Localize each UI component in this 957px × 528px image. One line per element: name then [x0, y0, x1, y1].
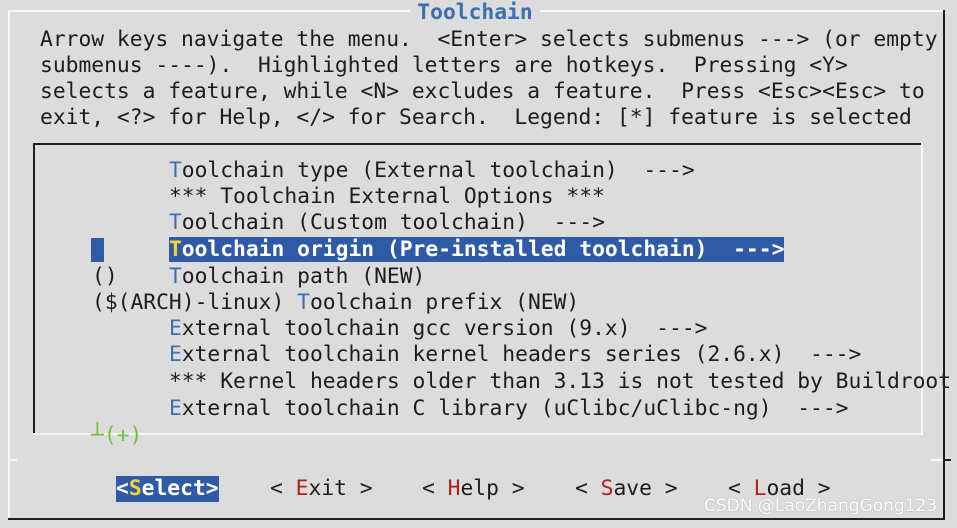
button-separator-left [8, 459, 17, 461]
button-label: xit > [308, 476, 373, 501]
item-hotkey: E [168, 396, 182, 421]
button-label: ave > [613, 476, 678, 501]
item-label: *** Toolchain External Options *** [168, 184, 605, 209]
button-hotkey: H [447, 476, 461, 501]
item-prefix [92, 342, 169, 367]
watermark: CSDN @LaoZhangGong123 [704, 496, 938, 516]
help-line-3: selects a feature, while <N> excludes a … [40, 79, 925, 104]
button-hotkey: S [600, 476, 614, 501]
frame-border-right [943, 10, 945, 520]
list-border-top [33, 143, 923, 145]
list-border-bottom [33, 433, 923, 435]
item-label: oolchain path (NEW) [181, 264, 426, 289]
help-line-2: submenus ----). Highlighted letters are … [40, 53, 848, 78]
button-bracket: < [422, 476, 448, 501]
button-bracket: < [116, 476, 129, 501]
button-hotkey: S [128, 476, 142, 501]
item-prefix [92, 369, 169, 394]
item-label: oolchain origin (Pre-installed toolchain… [181, 237, 785, 262]
button-separator-tick [943, 459, 951, 461]
exit-button[interactable]: < Exit > [270, 476, 373, 502]
frame-border-left [8, 10, 10, 520]
item-label: xternal toolchain kernel headers series … [181, 342, 862, 367]
button-label: elp > [460, 476, 525, 501]
menu-item-toolchain-path[interactable]: () Toolchain path (NEW) [92, 264, 425, 290]
item-prefix: ($(ARCH)-linux) [92, 290, 298, 315]
item-label: xternal toolchain C library (uClibc/uCli… [181, 396, 849, 421]
item-label: oolchain type (External toolchain) ---> [181, 158, 695, 183]
dialog-title: Toolchain [417, 0, 533, 25]
menu-comment-kernel-headers: *** Kernel headers older than 3.13 is no… [92, 369, 951, 395]
help-line-1: Arrow keys navigate the menu. <Enter> se… [40, 27, 938, 52]
item-label: *** Kernel headers older than 3.13 is no… [168, 369, 952, 394]
menu-item-toolchain-origin[interactable]: Toolchain origin (Pre-installed toolchai… [92, 237, 785, 263]
menu-item-toolchain[interactable]: Toolchain (Custom toolchain) ---> [92, 210, 605, 236]
help-line-4: exit, <?> for Help, </> for Search. Lege… [40, 105, 912, 130]
button-label: elect> [141, 476, 219, 501]
help-button[interactable]: < Help > [422, 476, 525, 502]
frame-border-top-right [540, 10, 944, 12]
button-bracket: < [270, 476, 296, 501]
menu-item-c-library[interactable]: External toolchain C library (uClibc/uCl… [92, 396, 849, 422]
item-label: oolchain prefix (NEW) [309, 290, 580, 315]
item-prefix: () [92, 264, 169, 289]
menu-comment-external-options: *** Toolchain External Options *** [92, 184, 605, 210]
item-prefix [92, 237, 169, 262]
item-hotkey: T [168, 158, 182, 183]
list-border-left [33, 143, 35, 435]
frame-border-top-left [8, 10, 410, 12]
item-hotkey: E [168, 316, 182, 341]
save-button[interactable]: < Save > [575, 476, 678, 502]
button-bracket: < [575, 476, 601, 501]
item-label: oolchain (Custom toolchain) ---> [181, 210, 605, 235]
item-prefix [92, 210, 169, 235]
menu-item-gcc-version[interactable]: External toolchain gcc version (9.x) ---… [92, 316, 708, 342]
frame-border-bottom [8, 518, 945, 520]
button-hotkey: E [295, 476, 309, 501]
item-label: xternal toolchain gcc version (9.x) ---> [181, 316, 708, 341]
item-hotkey: T [168, 210, 182, 235]
item-hotkey: T [168, 264, 182, 289]
item-prefix [92, 396, 169, 421]
item-prefix [92, 184, 169, 209]
more-items-indicator[interactable]: ┴(+) [91, 423, 142, 449]
item-hotkey: E [168, 342, 182, 367]
menu-item-kernel-headers[interactable]: External toolchain kernel headers series… [92, 342, 861, 368]
item-prefix [92, 158, 169, 183]
item-hotkey: T [297, 290, 310, 315]
button-separator-right [930, 459, 944, 461]
menu-item-toolchain-prefix[interactable]: ($(ARCH)-linux) Toolchain prefix (NEW) [92, 290, 579, 316]
menu-item-toolchain-type[interactable]: Toolchain type (External toolchain) ---> [92, 158, 695, 184]
item-prefix [92, 316, 169, 341]
select-button[interactable]: <Select> [116, 476, 219, 502]
item-hotkey: T [168, 237, 182, 262]
